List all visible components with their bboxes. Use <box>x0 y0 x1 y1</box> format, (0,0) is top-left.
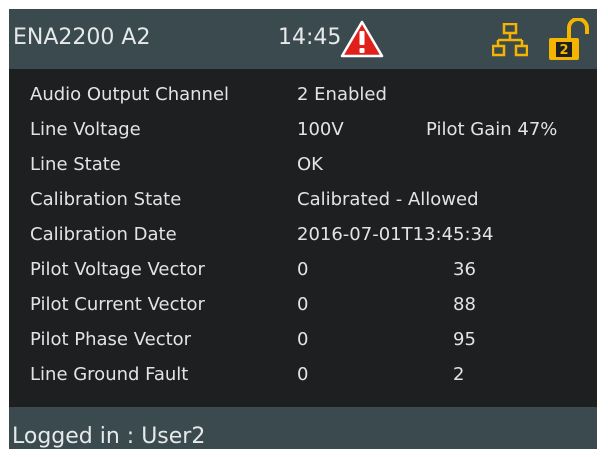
device-name: ENA2200 A2 <box>13 25 151 50</box>
lock-level: 2 <box>559 43 568 58</box>
row-label: Line Voltage <box>30 119 141 140</box>
row-value: 2 Enabled <box>297 84 387 105</box>
footer-bar: Logged in : User2 <box>9 407 597 449</box>
row-line-voltage: Line Voltage 100V Pilot Gain 47% <box>9 119 597 149</box>
row-calibration-state: Calibration State Calibrated - Allowed <box>9 189 597 219</box>
row-label: Pilot Phase Vector <box>30 329 192 350</box>
row-label: Calibration State <box>30 189 182 210</box>
network-icon[interactable] <box>492 23 528 57</box>
row-extra: Pilot Gain 47% <box>426 119 558 140</box>
row-value: 0 <box>297 294 309 315</box>
device-screen: ENA2200 A2 14:45 2 Audio Output Channel … <box>9 9 597 449</box>
login-status: Logged in : User2 <box>12 424 206 449</box>
row-value: 2016-07-01T13:45:34 <box>297 224 494 245</box>
row-value: Calibrated - Allowed <box>297 189 479 210</box>
row-label: Pilot Voltage Vector <box>30 259 205 280</box>
row-extra: 2 <box>453 364 465 385</box>
row-extra: 36 <box>453 259 476 280</box>
row-label: Pilot Current Vector <box>30 294 205 315</box>
warning-icon[interactable] <box>340 19 384 59</box>
row-label: Line State <box>30 154 121 175</box>
row-value: 0 <box>297 329 309 350</box>
row-line-ground-fault: Line Ground Fault 0 2 <box>9 364 597 394</box>
row-value: 0 <box>297 364 309 385</box>
row-line-state: Line State OK <box>9 154 597 184</box>
row-audio-output-channel: Audio Output Channel 2 Enabled <box>9 84 597 114</box>
clock-time: 14:45 <box>278 25 342 50</box>
row-value: 100V <box>297 119 344 140</box>
row-extra: 95 <box>453 329 476 350</box>
row-calibration-date: Calibration Date 2016-07-01T13:45:34 <box>9 224 597 254</box>
row-value: OK <box>297 154 323 175</box>
row-extra: 88 <box>453 294 476 315</box>
header-bar: ENA2200 A2 14:45 2 <box>9 9 597 69</box>
row-label: Audio Output Channel <box>30 84 230 105</box>
row-pilot-voltage-vector: Pilot Voltage Vector 0 36 <box>9 259 597 289</box>
row-pilot-phase-vector: Pilot Phase Vector 0 95 <box>9 329 597 359</box>
row-value: 0 <box>297 259 309 280</box>
row-pilot-current-vector: Pilot Current Vector 0 88 <box>9 294 597 324</box>
row-label: Calibration Date <box>30 224 177 245</box>
row-label: Line Ground Fault <box>30 364 189 385</box>
unlocked-padlock-icon[interactable]: 2 <box>547 18 591 62</box>
